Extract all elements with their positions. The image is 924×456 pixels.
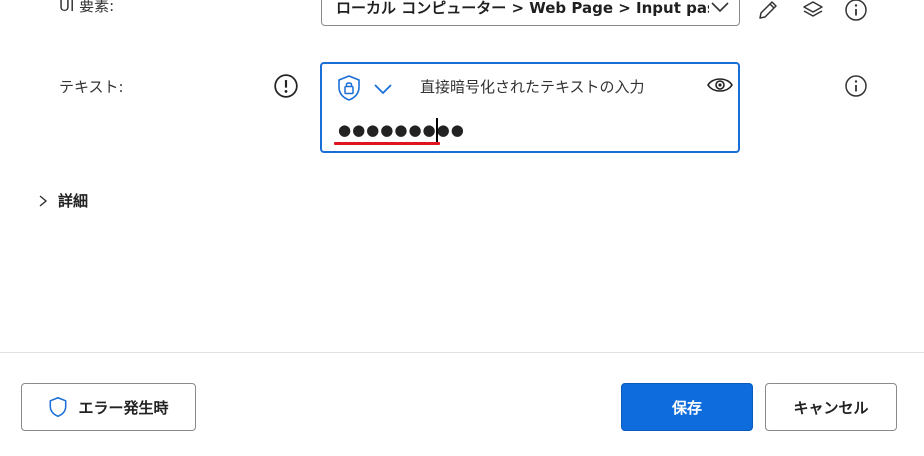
edit-button[interactable]: [754, 0, 782, 24]
shield-lock-icon[interactable]: [336, 74, 362, 102]
save-button[interactable]: 保存: [621, 383, 753, 431]
text-label: テキスト:: [59, 78, 124, 96]
spellcheck-underline: [334, 142, 440, 145]
info-icon: [845, 75, 867, 97]
details-label: 詳細: [58, 192, 89, 210]
shield-icon: [50, 397, 67, 417]
text-info-button[interactable]: [842, 72, 870, 100]
action-dialog: UI 要素: ローカル コンピューター > Web Page > Input p…: [0, 0, 924, 456]
text-warning: [272, 72, 300, 100]
chevron-right-icon: [39, 194, 48, 207]
cancel-button[interactable]: キャンセル: [765, 383, 897, 431]
on-error-button[interactable]: エラー発生時: [21, 383, 196, 431]
exclamation-circle-icon: [274, 74, 298, 98]
input-mode-text: 直接暗号化されたテキストの入力: [420, 78, 645, 96]
ui-element-label: UI 要素:: [59, 0, 115, 15]
text-caret: [436, 118, 438, 144]
pencil-icon: [759, 1, 777, 19]
encrypted-text-field[interactable]: 直接暗号化されたテキストの入力 ●●●●●●●●●: [320, 62, 740, 153]
details-expander[interactable]: 詳細: [36, 190, 88, 211]
chevron-down-icon: [711, 2, 729, 13]
on-error-label: エラー発生時: [78, 398, 169, 417]
ui-element-info-button[interactable]: [842, 0, 870, 24]
layers-button[interactable]: [799, 0, 827, 24]
info-icon: [845, 0, 867, 21]
footer-divider: [0, 352, 924, 353]
ui-element-value: ローカル コンピューター > Web Page > Input passv: [336, 0, 709, 17]
eye-icon[interactable]: [706, 74, 734, 96]
password-value: ●●●●●●●●●: [338, 121, 465, 139]
ui-element-select[interactable]: ローカル コンピューター > Web Page > Input passv: [321, 0, 740, 26]
layers-icon: [803, 1, 823, 17]
chevron-down-icon[interactable]: [372, 78, 394, 100]
